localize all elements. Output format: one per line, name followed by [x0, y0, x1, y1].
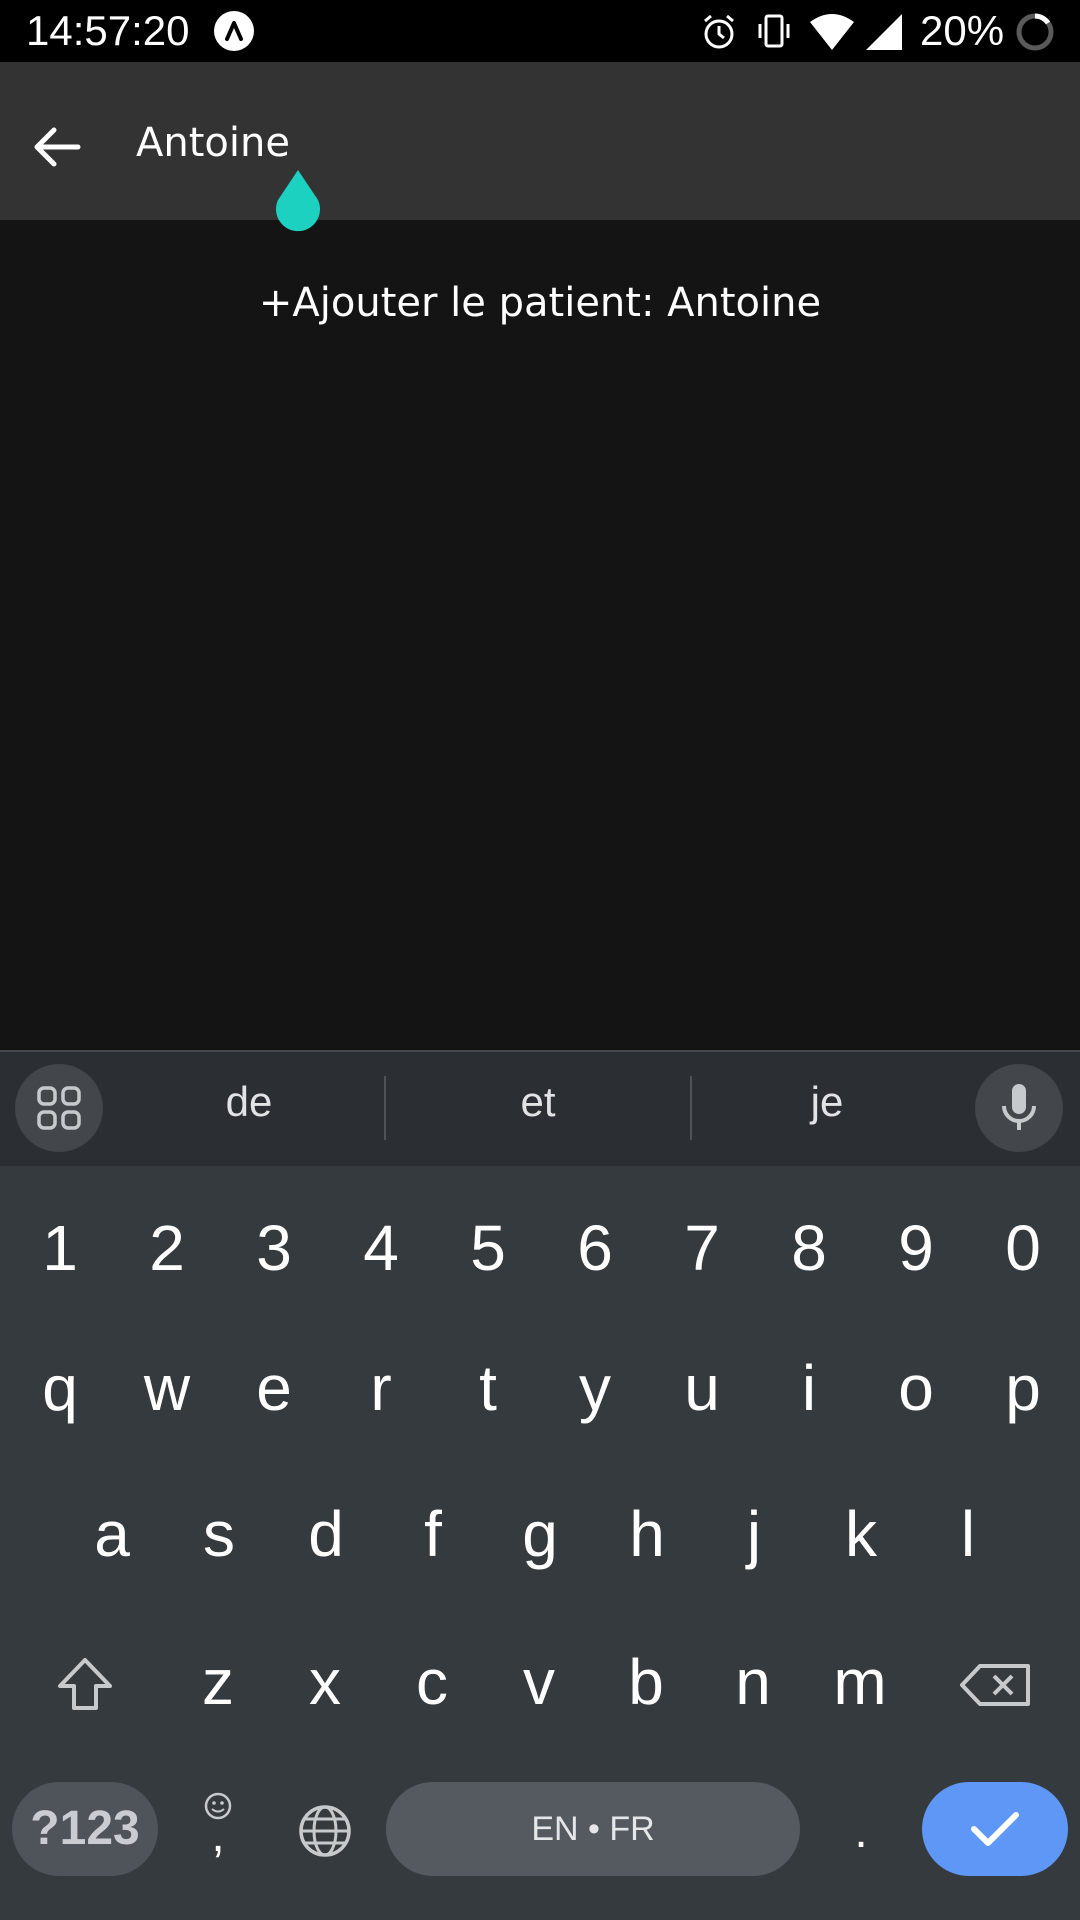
signal-icon: [866, 14, 902, 50]
vibrate-icon: [758, 14, 790, 48]
period-key[interactable]: .: [836, 1782, 886, 1882]
grid-icon: [37, 1086, 81, 1130]
number-key[interactable]: 8: [757, 1178, 861, 1318]
globe-icon: [299, 1805, 351, 1857]
app-notification-icon: [214, 11, 254, 51]
status-bar: 14:57:20 20%: [0, 0, 1080, 62]
suggestion-2[interactable]: et: [438, 1078, 638, 1126]
checkmark-icon: [971, 1812, 1019, 1846]
letter-key[interactable]: k: [809, 1464, 913, 1604]
comma-label: ,: [211, 1809, 225, 1862]
battery-percent: 20%: [920, 7, 1005, 54]
letter-key[interactable]: p: [971, 1318, 1075, 1458]
letter-key[interactable]: g: [488, 1464, 592, 1604]
wifi-icon: [810, 14, 854, 50]
add-patient-button[interactable]: +Ajouter le patient: Antoine: [0, 270, 1080, 336]
suggestion-3[interactable]: je: [727, 1078, 927, 1126]
app-bar: [0, 62, 1080, 220]
arrow-left-icon: [34, 127, 81, 167]
letter-key[interactable]: v: [487, 1612, 591, 1752]
backspace-icon: [960, 1664, 1030, 1706]
search-input[interactable]: [136, 110, 836, 176]
enter-key[interactable]: [922, 1782, 1068, 1876]
language-key[interactable]: [292, 1798, 358, 1864]
number-key[interactable]: 6: [543, 1178, 647, 1318]
backspace-key[interactable]: [950, 1620, 1040, 1750]
letter-key[interactable]: n: [701, 1612, 805, 1752]
suggestion-1[interactable]: de: [149, 1078, 349, 1126]
back-button[interactable]: [22, 112, 92, 182]
shift-arrow-icon: [58, 1658, 112, 1710]
letter-key[interactable]: m: [808, 1612, 912, 1752]
number-key[interactable]: 3: [222, 1178, 326, 1318]
number-key[interactable]: 0: [971, 1178, 1075, 1318]
letter-key[interactable]: x: [273, 1612, 377, 1752]
voice-input-button[interactable]: [975, 1064, 1063, 1152]
comma-key[interactable]: ,: [190, 1782, 250, 1882]
suggestion-divider: [384, 1076, 386, 1140]
letter-key[interactable]: y: [543, 1318, 647, 1458]
letter-key[interactable]: t: [436, 1318, 540, 1458]
letter-key[interactable]: w: [115, 1318, 219, 1458]
letter-key[interactable]: f: [381, 1464, 485, 1604]
shift-key[interactable]: [40, 1620, 130, 1750]
letter-key[interactable]: r: [329, 1318, 433, 1458]
number-key[interactable]: 2: [115, 1178, 219, 1318]
suggestion-divider: [690, 1076, 692, 1140]
number-key[interactable]: 1: [8, 1178, 112, 1318]
text-cursor-handle-icon[interactable]: [270, 168, 326, 232]
keyboard-menu-button[interactable]: [15, 1064, 103, 1152]
symbols-key[interactable]: ?123: [12, 1782, 158, 1876]
letter-key[interactable]: b: [594, 1612, 698, 1752]
letter-key[interactable]: s: [167, 1464, 271, 1604]
number-key[interactable]: 7: [650, 1178, 754, 1318]
number-key[interactable]: 5: [436, 1178, 540, 1318]
letter-key[interactable]: l: [916, 1464, 1020, 1604]
battery-icon: [1016, 13, 1054, 51]
letter-key[interactable]: u: [650, 1318, 754, 1458]
letter-key[interactable]: e: [222, 1318, 326, 1458]
letter-key[interactable]: h: [595, 1464, 699, 1604]
status-time: 14:57:20: [26, 7, 190, 54]
letter-key[interactable]: i: [757, 1318, 861, 1458]
letter-key[interactable]: q: [8, 1318, 112, 1458]
letter-key[interactable]: c: [380, 1612, 484, 1752]
space-key[interactable]: EN • FR: [386, 1782, 800, 1876]
letter-key[interactable]: a: [60, 1464, 164, 1604]
letter-key[interactable]: o: [864, 1318, 968, 1458]
letter-key[interactable]: d: [274, 1464, 378, 1604]
letter-key[interactable]: j: [702, 1464, 806, 1604]
number-key[interactable]: 9: [864, 1178, 968, 1318]
alarm-icon: [704, 14, 734, 49]
number-key[interactable]: 4: [329, 1178, 433, 1318]
microphone-icon: [1002, 1084, 1036, 1130]
letter-key[interactable]: z: [166, 1612, 270, 1752]
suggestion-bar: de et je: [0, 1052, 1080, 1166]
